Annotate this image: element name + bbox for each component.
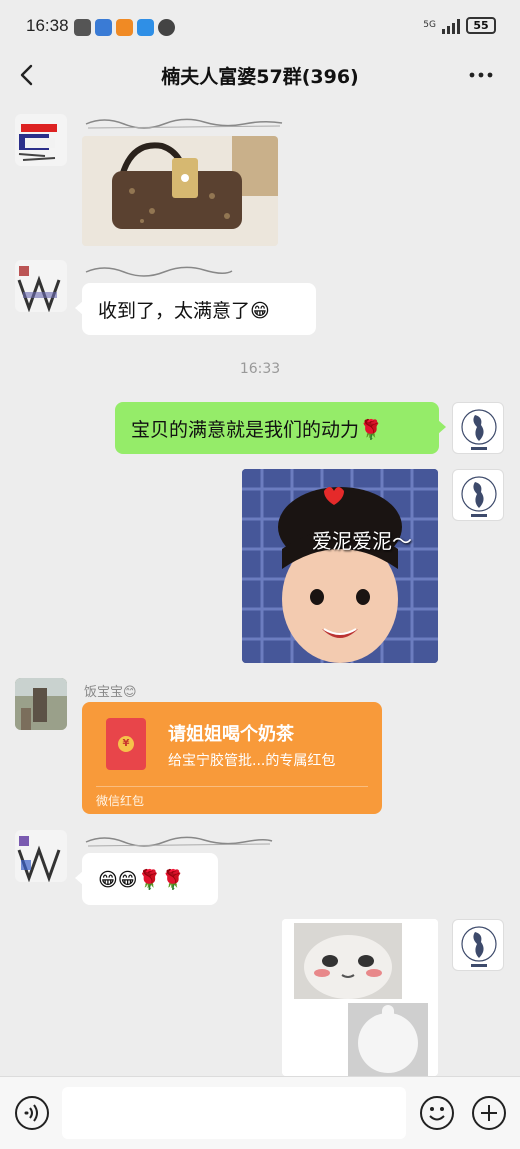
- redaction-scribble: [85, 836, 273, 847]
- sticker-caption: 爱泥爱泥～: [312, 529, 412, 553]
- message-text: 😁😁🌹🌹: [98, 868, 185, 891]
- avatar[interactable]: [15, 830, 67, 882]
- status-right: 5G 55: [423, 17, 496, 34]
- chat-title[interactable]: 楠夫人富婆57群(396): [0, 62, 520, 89]
- app-icon: [95, 19, 112, 36]
- sticker-image[interactable]: 爱泥爱泥～: [242, 469, 438, 663]
- battery-icon: 55: [466, 17, 496, 34]
- plus-icon[interactable]: [471, 1095, 507, 1131]
- red-packet-icon: ¥: [106, 718, 146, 770]
- message-bubble[interactable]: 😁😁🌹🌹: [75, 853, 218, 905]
- redaction-scribble: [85, 266, 233, 277]
- message-text: 收到了，太满意了😁: [98, 299, 270, 322]
- cat-sticker-image[interactable]: [282, 919, 438, 1076]
- message-text: 宝贝的满意就是我们的动力🌹: [131, 418, 383, 441]
- nav-bar: 楠夫人富婆57群(396): [0, 56, 520, 96]
- red-packet-title: 请姐姐喝个奶茶: [168, 724, 294, 745]
- input-bar: [0, 1076, 520, 1149]
- sender-name: 饭宝宝😊: [84, 685, 137, 700]
- voice-icon[interactable]: [14, 1095, 50, 1131]
- more-dots-icon[interactable]: [466, 60, 496, 90]
- avatar[interactable]: [452, 919, 504, 971]
- redaction-scribble: [85, 118, 283, 129]
- red-packet-label: 微信红包: [96, 794, 145, 808]
- chat-screen: 16:38 5G 55 楠夫人富婆57群(396) 收到了，太满意了😁 16:3…: [0, 0, 520, 1149]
- message-icon: [158, 19, 175, 36]
- red-packet[interactable]: ¥ 请姐姐喝个奶茶 给宝宁胶管批...的专属红包 微信红包: [82, 702, 382, 814]
- yuan-seal-icon: ¥: [118, 736, 134, 752]
- red-packet-subtitle: 给宝宁胶管批...的专属红包: [168, 753, 336, 769]
- bag-image[interactable]: [82, 136, 278, 246]
- avatar[interactable]: [452, 469, 504, 521]
- signal-icon: [442, 18, 460, 34]
- message-bubble[interactable]: 收到了，太满意了😁: [75, 283, 316, 335]
- upload-icon: [74, 19, 91, 36]
- message-bubble[interactable]: 宝贝的满意就是我们的动力🌹: [115, 402, 446, 454]
- emoji-icon[interactable]: [419, 1095, 455, 1131]
- status-time: 16:38: [26, 16, 69, 35]
- avatar[interactable]: [15, 678, 67, 730]
- avatar[interactable]: [15, 114, 67, 166]
- avatar[interactable]: [15, 260, 67, 312]
- status-bar: 16:38 5G 55: [0, 0, 520, 56]
- avatar[interactable]: [452, 402, 504, 454]
- app-icon: [116, 19, 133, 36]
- notification-icons: [74, 19, 175, 36]
- network-type: 5G: [423, 20, 436, 30]
- message-input[interactable]: [62, 1087, 406, 1139]
- divider: [96, 786, 368, 787]
- cloud-icon: [137, 19, 154, 36]
- timestamp: 16:33: [239, 361, 281, 377]
